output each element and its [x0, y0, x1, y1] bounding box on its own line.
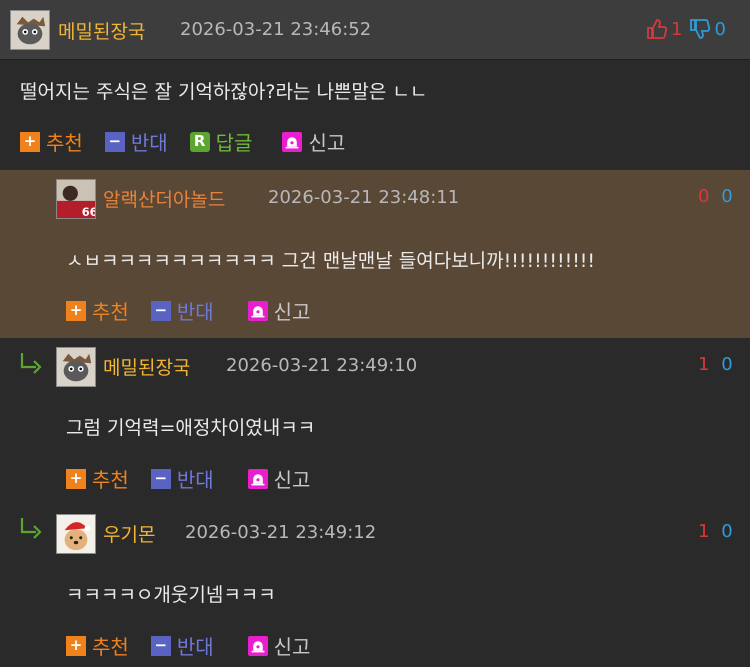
- report-button[interactable]: 신고: [247, 631, 311, 660]
- author-nickname[interactable]: 메밀된장국: [58, 17, 145, 44]
- football-player-avatar-icon[interactable]: 66: [56, 179, 96, 219]
- comment-text: ㅅㅂㅋㅋㅋㅋㅋㅋㅋㅋㅋㅋ 그건 맨날맨날 들여다보니까!!!!!!!!!!!!: [66, 250, 596, 272]
- downvote-count: 0: [721, 354, 733, 375]
- reply-label: 답글: [215, 131, 253, 155]
- comment-actions: + 추천 − 반대 신고: [66, 631, 332, 660]
- cat-avatar-icon[interactable]: [56, 347, 96, 387]
- comment-1: 메밀된장국 2026-03-21 23:46:52 1 0 떨어지는 주식은 잘…: [0, 0, 750, 170]
- minus-icon: −: [150, 300, 171, 321]
- svg-text:66: 66: [82, 205, 95, 218]
- thumbs-down-icon[interactable]: [689, 18, 711, 40]
- comment-date: 2026-03-21 23:48:11: [268, 187, 460, 208]
- comment-date: 2026-03-21 23:49:10: [226, 355, 418, 376]
- report-button[interactable]: 신고: [247, 296, 311, 325]
- oppose-label: 반대: [176, 468, 214, 492]
- author-nickname[interactable]: 메밀된장국: [103, 353, 190, 380]
- recommend-label: 추천: [46, 131, 83, 155]
- plus-icon: +: [20, 131, 40, 152]
- cat-avatar-icon[interactable]: [10, 10, 50, 50]
- vote-counts: 1 0: [698, 521, 733, 542]
- recommend-button[interactable]: + 추천: [66, 631, 129, 660]
- recommend-button[interactable]: + 추천: [66, 296, 129, 325]
- recommend-label: 추천: [92, 635, 129, 659]
- reply-icon: R: [189, 131, 210, 152]
- author-nickname[interactable]: 우기몬: [103, 520, 155, 547]
- upvote-count: 0: [698, 186, 710, 207]
- comment-text: 그럼 기억력=애정차이였내ㅋㅋ: [66, 417, 316, 439]
- downvote-count: 0: [721, 186, 733, 207]
- comment-date: 2026-03-21 23:49:12: [185, 522, 377, 543]
- recommend-button[interactable]: + 추천: [66, 464, 129, 493]
- upvote-count: 1: [698, 521, 710, 542]
- vote-counts: 1 0: [698, 354, 733, 375]
- comment-actions: + 추천 − 반대 R 답글 신고: [20, 127, 367, 156]
- upvote-count: 1: [698, 354, 710, 375]
- oppose-label: 반대: [130, 131, 168, 155]
- oppose-label: 반대: [176, 635, 214, 659]
- report-label: 신고: [273, 635, 311, 659]
- thumbs-up-icon[interactable]: [646, 18, 668, 40]
- report-label: 신고: [308, 131, 346, 155]
- oppose-button[interactable]: − 반대: [150, 631, 214, 660]
- comment-date: 2026-03-21 23:46:52: [180, 19, 372, 40]
- report-button[interactable]: 신고: [247, 464, 311, 493]
- comment-text: 떨어지는 주식은 잘 기억하잖아?라는 나쁜말은 ㄴㄴ: [20, 81, 428, 103]
- comment-2-highlighted: 66 알랙산더아놀드 2026-03-21 23:48:11 0 0 ㅅㅂㅋㅋㅋ…: [0, 170, 750, 338]
- siren-icon: [247, 635, 268, 656]
- report-label: 신고: [273, 300, 311, 324]
- recommend-label: 추천: [92, 300, 129, 324]
- minus-icon: −: [150, 468, 171, 489]
- siren-icon: [247, 468, 268, 489]
- downvote-count: 0: [714, 18, 726, 40]
- vote-counts: 1 0: [646, 18, 726, 40]
- comment-text: ㅋㅋㅋㅋㅇ개웃기넴ㅋㅋㅋ: [66, 584, 276, 606]
- report-button[interactable]: 신고: [282, 127, 345, 156]
- downvote-count: 0: [721, 521, 733, 542]
- reply-arrow-icon: [20, 353, 42, 374]
- comment-actions: + 추천 − 반대 신고: [66, 464, 332, 493]
- minus-icon: −: [104, 131, 125, 152]
- comment-3: 메밀된장국 2026-03-21 23:49:10 1 0 그럼 기억력=애정차…: [0, 338, 750, 502]
- author-nickname[interactable]: 알랙산더아놀드: [103, 185, 225, 212]
- oppose-label: 반대: [176, 300, 214, 324]
- report-label: 신고: [273, 468, 311, 492]
- oppose-button[interactable]: − 반대: [150, 464, 214, 493]
- comment-actions: + 추천 − 반대 신고: [66, 296, 332, 325]
- plus-icon: +: [66, 300, 86, 321]
- comment-4: 우기몬 2026-03-21 23:49:12 1 0 ㅋㅋㅋㅋㅇ개웃기넴ㅋㅋㅋ…: [0, 502, 750, 667]
- oppose-button[interactable]: − 반대: [104, 127, 168, 156]
- plus-icon: +: [66, 635, 86, 656]
- vote-counts: 0 0: [698, 186, 733, 207]
- siren-icon: [247, 300, 268, 321]
- minus-icon: −: [150, 635, 171, 656]
- upvote-count: 1: [671, 18, 683, 40]
- oppose-button[interactable]: − 반대: [150, 296, 214, 325]
- siren-icon: [282, 131, 303, 152]
- dog-santa-avatar-icon[interactable]: [56, 514, 96, 554]
- recommend-label: 추천: [92, 468, 129, 492]
- plus-icon: +: [66, 468, 86, 489]
- reply-arrow-icon: [20, 518, 42, 539]
- recommend-button[interactable]: + 추천: [20, 127, 83, 156]
- reply-button[interactable]: R 답글: [189, 127, 253, 156]
